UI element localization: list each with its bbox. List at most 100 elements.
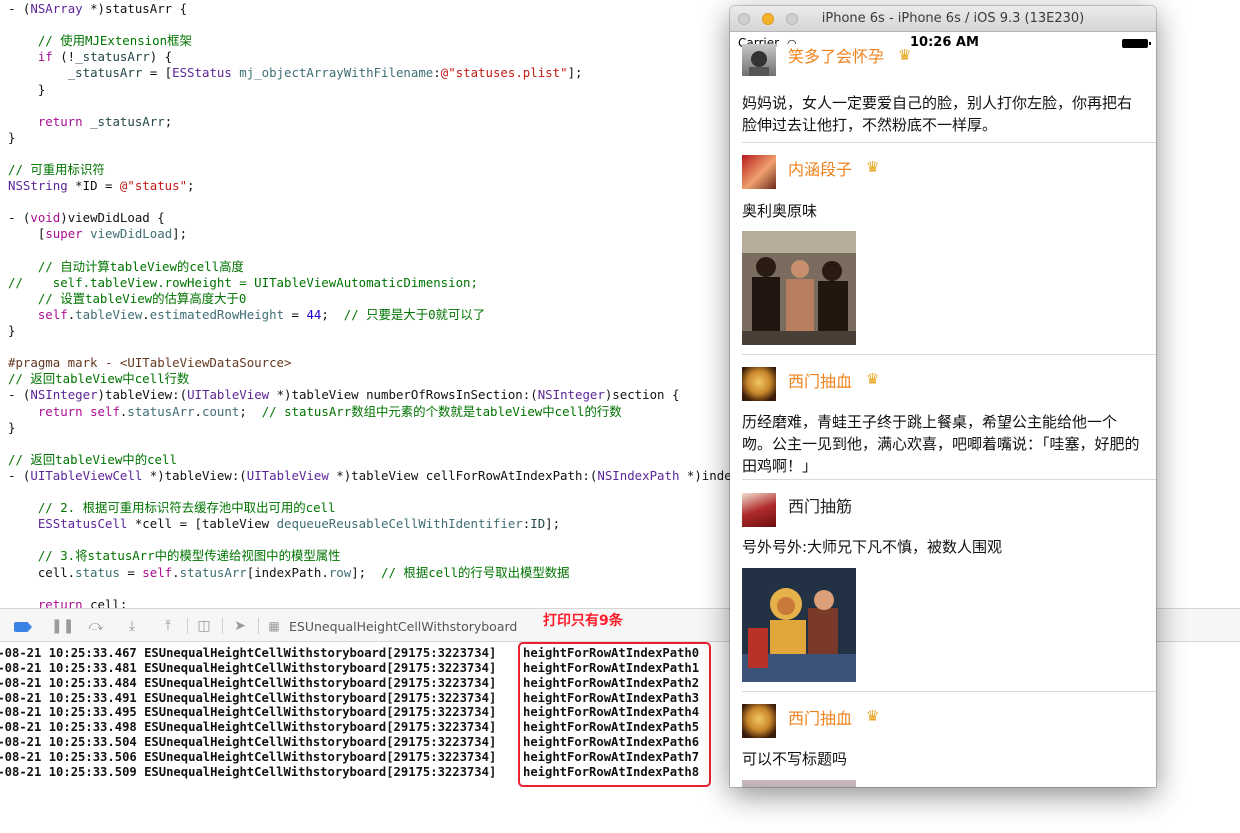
code-line[interactable]: } [8, 82, 45, 98]
simulator-titlebar[interactable]: iPhone 6s - iPhone 6s / iOS 9.3 (13E230) [730, 6, 1156, 32]
code-token: return [37, 596, 83, 608]
post-image[interactable] [742, 568, 856, 682]
code-token: ]; [567, 65, 583, 81]
code-token: NSIndexPath [597, 467, 680, 483]
step-out-icon[interactable]: ⤒ [159, 617, 177, 635]
code-token: UITableView [187, 387, 270, 403]
post-text: 号外号外:大师兄下凡不慎，被数人围观 [742, 538, 1003, 556]
code-line[interactable]: - (void)viewDidLoad { [8, 210, 165, 226]
code-token: // 2. 根据可重用标识符去缓存池中取出可用的cell [37, 500, 336, 516]
code-line[interactable]: } [8, 420, 15, 436]
code-line[interactable]: // 返回tableView中cell行数 [8, 371, 189, 387]
code-line[interactable]: #pragma mark - <UITableViewDataSource> [8, 355, 291, 371]
code-line[interactable]: NSString *ID = @"status"; [8, 178, 195, 194]
code-token: ]; [351, 564, 382, 580]
code-token: ; [321, 306, 344, 322]
code-token: [ [8, 226, 46, 242]
code-token: [indexPath. [246, 564, 329, 580]
code-line[interactable]: return self.statusArr.count; // statusAr… [8, 404, 622, 420]
code-line[interactable]: [super viewDidLoad]; [8, 226, 187, 242]
code-token: // 可重用标识符 [8, 162, 105, 177]
toolbar-divider [222, 618, 223, 634]
code-token: // 设置tableView的估算高度大于0 [37, 290, 247, 306]
code-token: NSArray [30, 1, 83, 16]
device-screen[interactable]: Carrier ◠ 10:26 AM 笑多了会怀孕 ♛ 妈妈说，女人一定要爱自己… [730, 33, 1156, 787]
code-line[interactable]: return cell; [8, 596, 128, 608]
code-token: self [90, 403, 120, 419]
code-line[interactable]: // 设置tableView的估算高度大于0 [8, 290, 247, 307]
username: 笑多了会怀孕 [788, 47, 885, 66]
code-line[interactable]: // self.tableView.rowHeight = UITableVie… [8, 275, 478, 291]
code-line[interactable]: self.tableView.estimatedRowHeight = 44; … [8, 307, 485, 323]
pause-icon[interactable]: ❚❚ [51, 617, 74, 635]
code-token: . [172, 564, 180, 580]
code-line[interactable]: - (UITableViewCell *)tableView:(UITableV… [8, 468, 784, 484]
code-token: 44 [306, 306, 322, 322]
breakpoints-toggle-icon[interactable] [14, 622, 32, 632]
code-token: *)statusArr { [82, 1, 188, 16]
code-token: // 返回tableView中cell行数 [8, 371, 190, 387]
code-token: *cell = [tableView [127, 516, 277, 532]
toolbar-divider [187, 618, 188, 634]
code-token: @"statuses.plist" [440, 65, 568, 81]
view-debugger-icon[interactable]: ◫ [195, 617, 213, 635]
code-token: ; [164, 113, 173, 129]
avatar [742, 704, 776, 738]
debug-target-name[interactable]: ESUnequalHeightCellWithstoryboard [289, 619, 517, 634]
step-over-icon[interactable]: ⤼ [87, 617, 105, 635]
code-token: } [8, 419, 16, 435]
code-line[interactable]: // 返回tableView中的cell [8, 452, 177, 468]
code-token: *ID = [67, 178, 120, 194]
code-line[interactable]: // 使用MJExtension框架 [8, 33, 192, 49]
simulator-window: iPhone 6s - iPhone 6s / iOS 9.3 (13E230)… [730, 6, 1156, 787]
code-token: - ( [8, 387, 31, 403]
code-line[interactable]: return _statusArr; [8, 114, 172, 130]
code-line[interactable]: _statusArr = [ESStatus mj_objectArrayWit… [8, 65, 583, 81]
code-line[interactable]: - (NSInteger)tableView:(UITableView *)ta… [8, 387, 679, 403]
code-line[interactable]: // 3.将statusArr中的模型传递给视图中的模型属性 [8, 548, 341, 564]
vip-crown-icon: ♛ [866, 707, 880, 725]
code-line[interactable]: ESStatusCell *cell = [tableView dequeueR… [8, 516, 560, 532]
post-text: 奥利奥原味 [742, 202, 818, 220]
cell-divider [742, 691, 1156, 692]
toolbar-divider [258, 618, 259, 634]
annotation-highlight-box [518, 642, 711, 787]
code-token: // 返回tableView中的cell [8, 451, 177, 467]
code-token: UITableViewCell [30, 467, 143, 483]
code-token: cell. [8, 564, 76, 580]
location-icon[interactable]: ➤ [231, 617, 249, 635]
code-token: - ( [8, 1, 31, 16]
code-line[interactable]: // 2. 根据可重用标识符去缓存池中取出可用的cell [8, 500, 336, 516]
step-into-icon[interactable]: ⤓ [123, 617, 141, 635]
username: 西门抽血 [788, 372, 853, 391]
simulator-title: iPhone 6s - iPhone 6s / iOS 9.3 (13E230) [821, 11, 1085, 26]
code-line[interactable]: } [8, 323, 15, 339]
code-token: statusArr [127, 403, 195, 419]
code-line[interactable]: cell.status = self.statusArr[indexPath.r… [8, 565, 570, 581]
post-image[interactable] [742, 780, 856, 787]
code-token: // 根据cell的行号取出模型数据 [381, 564, 570, 580]
post-image[interactable] [742, 231, 856, 345]
code-token: _statusArr [75, 49, 150, 65]
code-token: self [142, 564, 173, 580]
avatar [742, 44, 776, 76]
code-token: tableView [75, 306, 143, 322]
code-token: ; [239, 403, 262, 419]
code-token: #pragma mark - <UITableViewDataSource> [8, 355, 292, 371]
code-token: } [8, 323, 16, 338]
code-line[interactable]: // 自动计算tableView的cell高度 [8, 259, 244, 275]
code-line[interactable]: - (NSArray *)statusArr { [8, 1, 187, 17]
code-line[interactable]: } [8, 130, 15, 146]
code-line[interactable]: if (!_statusArr) { [8, 49, 172, 65]
code-token: = [284, 306, 307, 322]
code-token: . [194, 403, 202, 419]
code-token: statusArr [179, 564, 247, 580]
code-line[interactable]: // 可重用标识符 [8, 162, 105, 178]
code-token: *)tableView cellForRowAtIndexPath:( [328, 467, 598, 483]
code-token: // 使用MJExtension框架 [37, 33, 192, 49]
